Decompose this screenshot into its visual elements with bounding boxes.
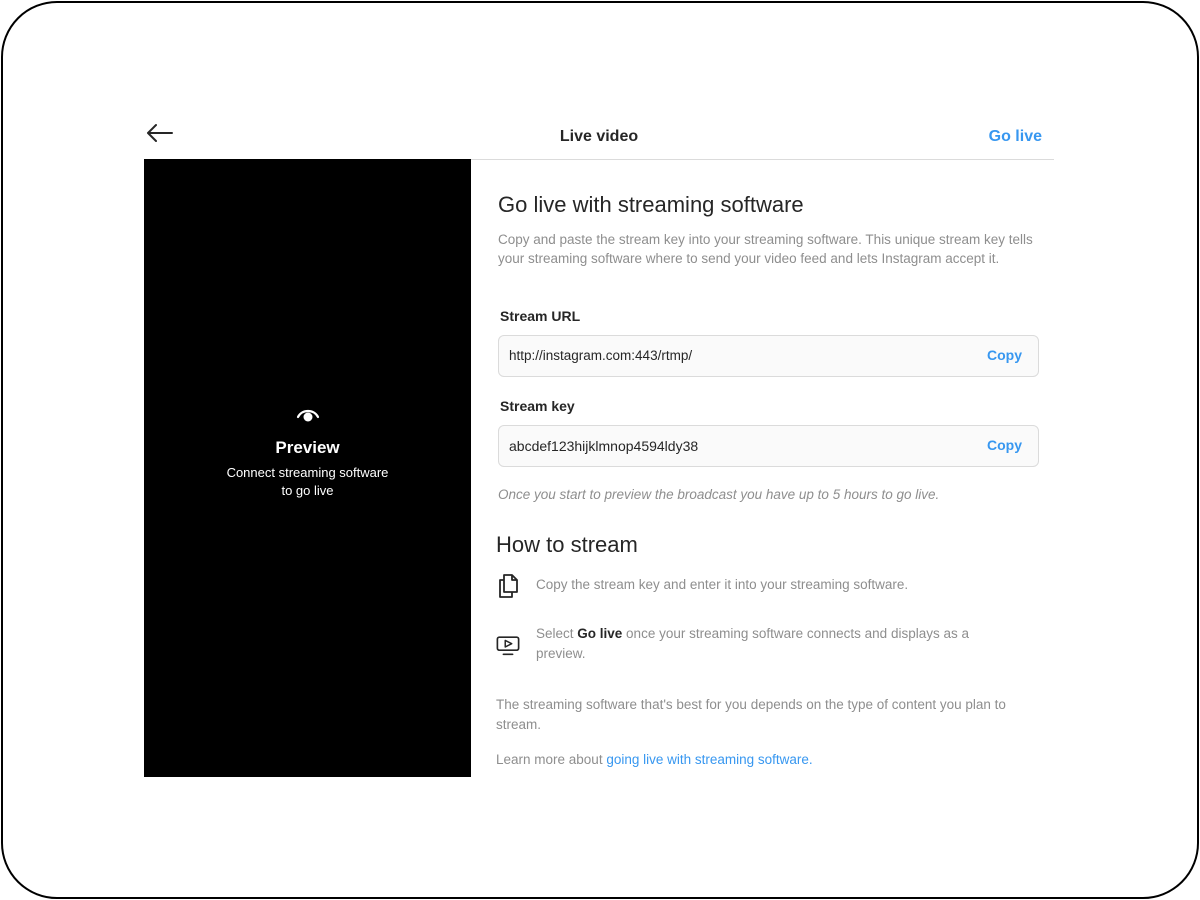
preview-placeholder: Preview Connect streaming software to go… — [144, 405, 471, 500]
learn-more-text: Learn more about going live with streami… — [496, 752, 813, 767]
stream-key-field[interactable]: abcdef123hijklmnop4594ldy38 Copy — [498, 425, 1039, 467]
copy-key-button[interactable]: Copy — [987, 437, 1022, 453]
learn-more-link[interactable]: going live with streaming software. — [606, 752, 812, 767]
preview-time-note: Once you start to preview the broadcast … — [498, 487, 940, 502]
preview-subtitle: Connect streaming software to go live — [226, 465, 389, 498]
step-text-prefix: Select — [536, 626, 578, 641]
preview-title: Preview — [275, 438, 340, 457]
section-description: Copy and paste the stream key into your … — [498, 232, 1033, 266]
stream-url-label: Stream URL — [500, 308, 581, 324]
preview-panel: Preview Connect streaming software to go… — [144, 159, 471, 777]
step-text: Select Go live once your streaming softw… — [536, 624, 1006, 664]
copy-icon — [499, 574, 518, 598]
stream-key-label: Stream key — [500, 398, 575, 414]
stream-key-value: abcdef123hijklmnop4594ldy38 — [509, 438, 699, 454]
step-text: Copy the stream key and enter it into yo… — [536, 577, 909, 592]
section-heading: Go live with streaming software — [498, 192, 804, 217]
stream-url-value: http://instagram.com:443/rtmp/ — [509, 348, 693, 363]
eye-icon — [296, 409, 319, 422]
monitor-play-icon — [496, 636, 520, 656]
copy-url-button[interactable]: Copy — [987, 347, 1022, 363]
page-title: Live video — [559, 128, 639, 145]
top-bar: Live video Go live — [144, 112, 1054, 160]
how-to-heading: How to stream — [496, 532, 638, 557]
learn-more-prefix: Learn more about — [496, 752, 607, 767]
stream-url-field[interactable]: http://instagram.com:443/rtmp/ Copy — [498, 335, 1039, 377]
go-live-button[interactable]: Go live — [989, 128, 1042, 146]
software-advice-text: The streaming software that's best for y… — [496, 697, 1006, 732]
step-text-bold: Go live — [577, 626, 623, 641]
